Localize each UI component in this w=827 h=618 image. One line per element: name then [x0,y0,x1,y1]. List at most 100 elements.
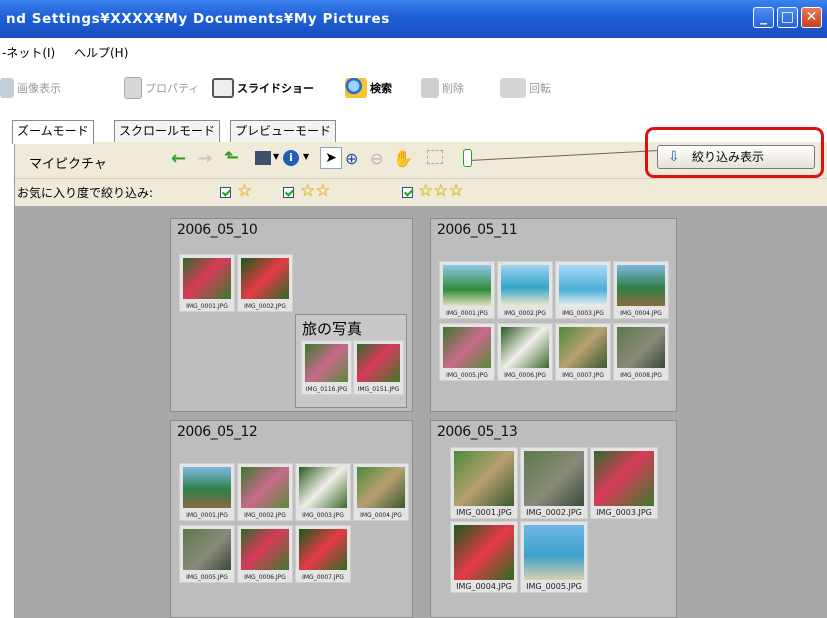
photo-thumbnail[interactable]: IMG_0005.JPG [520,521,588,593]
photo-filename: IMG_0003.JPG [562,310,604,317]
photo-thumbnail[interactable]: IMG_0003.JPG [555,261,611,319]
properties-button[interactable]: プロパティ [124,77,199,99]
search-label: 検索 [370,82,392,95]
menu-bar: -ネット(I) ヘルプ(H) [0,38,827,63]
toolbar: 画像表示 プロパティ スライドショー 検索 削除 回転 [0,63,827,113]
delete-button[interactable]: 削除 [421,77,464,99]
photo-filename: IMG_0001.JPG [456,508,512,517]
chevron-down-icon[interactable]: ▼ [273,152,279,161]
album-subgroup-title: 旅の写真 [302,320,363,338]
date-group-title: 2006_05_11 [437,222,518,238]
rating-filter-label: お気に入り度で絞り込み: [17,186,154,200]
close-button[interactable]: ✕ [801,7,822,28]
photo-thumbnail[interactable]: IMG_0008.JPG [613,323,669,381]
photo-canvas: 2006_05_10 IMG_0001.JPG IMG_0002.JPG 旅の写真 IM… [15,206,827,618]
photo-thumbnail[interactable]: IMG_0003.JPG [295,463,351,521]
photo-filename: IMG_0006.JPG [504,372,546,379]
rotate-button[interactable]: 回転 [500,77,551,99]
rating-3-stars: ☆☆☆ [418,181,464,201]
rating-filter-bar: お気に入り度で絞り込み: ☆ ☆☆ ☆☆☆ [15,178,827,207]
fit-view-icon[interactable] [427,150,443,164]
zoom-slider-handle[interactable] [463,149,472,167]
search-button[interactable]: 検索 [345,77,392,99]
photo-thumbnail[interactable]: IMG_0001.JPG [179,254,235,312]
photo-thumbnail[interactable]: IMG_0005.JPG [179,525,235,583]
up-folder-icon[interactable]: ⬑ [224,147,239,168]
photo-image [183,467,231,508]
date-group[interactable]: 2006_05_10 IMG_0001.JPG IMG_0002.JPG 旅の写真 IM… [170,218,413,412]
maximize-button[interactable]: □ [777,7,798,28]
photo-thumbnail[interactable]: IMG_0001.JPG [450,447,518,519]
info-chevron-down-icon[interactable]: ▼ [303,152,309,161]
photo-filename: IMG_0003.JPG [302,512,344,519]
photo-thumbnail[interactable]: IMG_0007.JPG [555,323,611,381]
photo-image [183,529,231,570]
slideshow-button[interactable]: スライドショー [212,77,314,99]
photo-thumbnail[interactable]: IMG_0007.JPG [295,525,351,583]
photo-thumbnail[interactable]: IMG_0005.JPG [439,323,495,381]
album-subgroup[interactable]: 旅の写真 IMG_0116.JPG IMG_0151.JPG [295,314,407,408]
navigation-bar: マイピクチャ ← → ⬑ ▼ i ▼ ➤ ⊕ ⊖ ✋ ⇩ 絞り込み表示 [15,127,827,178]
photo-filename: IMG_0001.JPG [186,303,228,310]
rating-2-checkbox[interactable] [283,187,294,198]
pointer-tool-icon[interactable]: ➤ [320,147,342,169]
photo-thumbnail[interactable]: IMG_0006.JPG [497,323,553,381]
photo-image [443,265,491,306]
menu-network[interactable]: -ネット(I) [2,44,55,61]
slideshow-icon [212,78,234,98]
tab-scroll-mode[interactable]: スクロールモード [114,120,221,142]
photo-filename: IMG_0002.JPG [504,310,546,317]
photo-filename: IMG_0004.JPG [620,310,662,317]
rotate-label: 回転 [529,82,551,95]
zoom-in-icon[interactable]: ⊕ [345,149,358,168]
photo-thumbnail[interactable]: IMG_0003.JPG [590,447,658,519]
photo-image [443,327,491,368]
photo-thumbnail[interactable]: IMG_0006.JPG [237,525,293,583]
minimize-button[interactable]: _ [753,7,774,28]
photo-thumbnail[interactable]: IMG_0004.JPG [613,261,669,319]
forward-arrow-icon[interactable]: → [197,148,212,169]
rating-1-checkbox[interactable] [220,187,231,198]
photo-filename: IMG_0004.JPG [456,582,512,591]
photo-thumbnail[interactable]: IMG_0002.JPG [520,447,588,519]
photo-thumbnail[interactable]: IMG_0116.JPG [301,340,352,395]
photo-filename: IMG_0007.JPG [302,574,344,581]
date-group[interactable]: 2006_05_12 IMG_0001.JPG IMG_0002.JPG IMG_00… [170,420,413,618]
photo-image [241,258,289,299]
zoom-slider-track[interactable] [472,150,657,161]
photo-image [241,529,289,570]
photo-filename: IMG_0003.JPG [596,508,652,517]
rating-3-checkbox[interactable] [402,187,413,198]
date-group[interactable]: 2006_05_11 IMG_0001.JPG IMG_0002.JPG IMG_00… [430,218,677,412]
close-icon: ✕ [805,9,818,25]
date-group[interactable]: 2006_05_13 IMG_0001.JPG IMG_0002.JPG IMG_00… [430,420,677,618]
photo-filename: IMG_0001.JPG [186,512,228,519]
photo-image [524,451,584,506]
photo-thumbnail[interactable]: IMG_0151.JPG [353,340,404,395]
tab-zoom-mode[interactable]: ズームモード [12,120,94,144]
pan-hand-icon[interactable]: ✋ [393,149,413,168]
photo-image [305,344,348,382]
photo-thumbnail[interactable]: IMG_0002.JPG [237,254,293,312]
photo-image [357,467,405,508]
photo-thumbnail[interactable]: IMG_0004.JPG [450,521,518,593]
title-bar: nd Settings¥XXXX¥My Documents¥My Picture… [0,0,827,38]
photo-thumbnail[interactable]: IMG_0001.JPG [179,463,235,521]
photo-image [299,529,347,570]
slideshow-label: スライドショー [237,82,314,95]
view-grid-icon[interactable] [255,151,271,165]
photo-thumbnail[interactable]: IMG_0002.JPG [237,463,293,521]
zoom-out-icon[interactable]: ⊖ [370,149,383,168]
filter-display-label: 絞り込み表示 [692,150,765,164]
photo-thumbnail[interactable]: IMG_0002.JPG [497,261,553,319]
filter-display-button[interactable]: ⇩ 絞り込み表示 [657,145,815,169]
view-image-button[interactable]: 画像表示 [0,77,61,99]
photo-thumbnail[interactable]: IMG_0001.JPG [439,261,495,319]
info-icon[interactable]: i [283,150,299,166]
back-arrow-icon[interactable]: ← [171,148,186,169]
tab-preview-mode[interactable]: プレビューモード [230,120,337,142]
photo-thumbnail[interactable]: IMG_0004.JPG [353,463,409,521]
photo-filename: IMG_0002.JPG [244,512,286,519]
menu-help[interactable]: ヘルプ(H) [74,44,128,61]
photo-image [594,451,654,506]
